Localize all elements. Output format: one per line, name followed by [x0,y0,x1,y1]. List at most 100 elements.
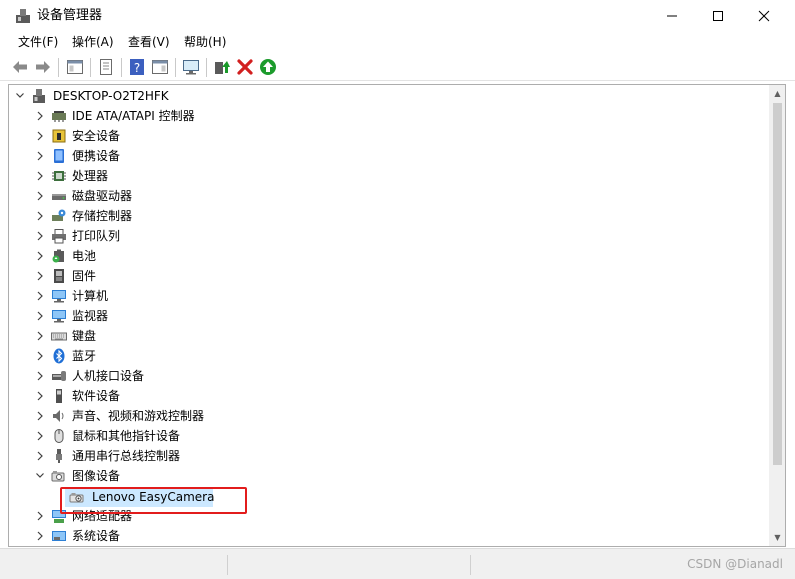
chevron-right-icon[interactable] [35,346,45,366]
toolbar-separator [90,58,91,77]
window-title: 设备管理器 [37,8,103,23]
chevron-right-icon[interactable] [35,226,45,246]
tree-category-row[interactable]: 磁盘驱动器 [9,186,769,206]
menu-bar: 文件(F) 操作(A) 查看(V) 帮助(H) [0,31,795,54]
tree-category-label: 固件 [72,269,97,283]
software-device-icon [56,389,62,403]
tree-category-row[interactable]: 人机接口设备 [9,366,769,386]
chevron-right-icon[interactable] [35,386,45,406]
tree-category-label: 键盘 [72,329,97,343]
chevron-right-icon[interactable] [35,126,45,146]
back-arrow-icon[interactable] [11,58,29,76]
scroll-up-arrow-icon[interactable]: ▲ [769,85,785,102]
tree-category-row[interactable]: 图像设备 [9,466,769,486]
scroll-down-arrow-icon[interactable]: ▼ [769,529,785,546]
minimize-button[interactable] [649,0,695,31]
menu-file[interactable]: 文件(F) [18,34,58,51]
chevron-right-icon[interactable] [35,286,45,306]
security-key-icon [52,129,66,143]
tree-category-row[interactable]: 计算机 [9,286,769,306]
speaker-icon [53,410,64,422]
maximize-button[interactable] [695,0,741,31]
tree-root-label: DESKTOP-O2T2HFK [53,89,169,103]
device-manager-icon [16,9,30,23]
tree-category-row[interactable]: 软件设备 [9,386,769,406]
tree-category-row[interactable]: 安全设备 [9,126,769,146]
maximize-icon [713,10,723,21]
uninstall-x-icon[interactable] [236,58,254,76]
chevron-right-icon[interactable] [35,446,45,466]
chevron-right-icon[interactable] [35,406,45,426]
enable-device-icon[interactable] [259,58,277,76]
close-button[interactable] [741,0,787,31]
chevron-right-icon[interactable] [35,206,45,226]
usb-icon [56,449,62,463]
chevron-right-icon[interactable] [35,506,45,526]
tree-category-label: 通用串行总线控制器 [72,449,181,463]
tree-child-lenovo-easycamera[interactable]: Lenovo EasyCamera [65,487,215,507]
tree-category-label: 安全设备 [72,129,121,143]
vertical-scrollbar[interactable]: ▲ ▼ [769,85,785,546]
tree-category-row[interactable]: IDE ATA/ATAPI 控制器 [9,106,769,126]
title-bar: 设备管理器 [0,0,795,31]
chevron-right-icon[interactable] [35,146,45,166]
update-driver-icon[interactable] [213,58,231,76]
status-separator [227,555,228,575]
toolbar-separator [121,58,122,77]
portable-device-icon [54,149,64,163]
tree-category-row[interactable]: 处理器 [9,166,769,186]
tree-category-label: 鼠标和其他指针设备 [72,429,181,443]
tree-category-row[interactable]: 固件 [9,266,769,286]
chevron-right-icon[interactable] [35,526,45,546]
chevron-down-icon[interactable] [35,466,45,486]
chevron-right-icon[interactable] [35,426,45,446]
firmware-icon [54,269,64,283]
tree-category-row[interactable]: 系统设备 [9,526,769,546]
chevron-right-icon[interactable] [35,266,45,286]
tree-category-row[interactable]: 电池 [9,246,769,266]
chevron-right-icon[interactable] [35,106,45,126]
chevron-right-icon[interactable] [35,166,45,186]
tree-category-row[interactable]: 存储控制器 [9,206,769,226]
monitor-icon [52,310,66,323]
tree-category-row[interactable]: 鼠标和其他指针设备 [9,426,769,446]
chevron-right-icon[interactable] [35,306,45,326]
tree-category-label: 打印队列 [72,229,121,243]
hid-icon [52,371,66,381]
chevron-right-icon[interactable] [35,366,45,386]
tree-category-label: 人机接口设备 [72,369,145,383]
chevron-right-icon[interactable] [35,326,45,346]
tree-category-row[interactable]: 键盘 [9,326,769,346]
tree-category-label: 磁盘驱动器 [72,189,133,203]
document-icon[interactable] [97,58,115,76]
toolbar-separator [58,58,59,77]
tree-category-row[interactable]: 声音、视频和游戏控制器 [9,406,769,426]
tree-category-row[interactable]: 网络适配器 [9,506,769,526]
minimize-icon [667,15,677,16]
battery-icon [52,249,64,263]
close-icon [758,10,770,21]
action-pane-icon[interactable] [151,58,169,76]
device-tree[interactable]: DESKTOP-O2T2HFK IDE ATA/ATAPI 控制器安全设备便携设… [8,84,786,547]
menu-view[interactable]: 查看(V) [128,34,170,51]
system-device-icon [52,531,66,541]
tree-category-row[interactable]: 打印队列 [9,226,769,246]
network-adapter-icon [52,510,66,523]
mouse-icon [54,429,64,443]
help-icon[interactable]: ? [128,58,146,76]
scroll-thumb[interactable] [773,103,782,465]
chevron-down-icon[interactable] [15,86,25,106]
chevron-right-icon[interactable] [35,186,45,206]
forward-arrow-icon[interactable] [34,58,52,76]
tree-category-row[interactable]: 便携设备 [9,146,769,166]
tree-category-row[interactable]: 通用串行总线控制器 [9,446,769,466]
menu-help[interactable]: 帮助(H) [184,34,226,51]
chevron-right-icon[interactable] [35,246,45,266]
tree-root-row[interactable]: DESKTOP-O2T2HFK [9,86,769,106]
menu-action[interactable]: 操作(A) [72,34,114,51]
monitor-scan-icon[interactable] [182,58,200,76]
printer-icon [52,229,66,244]
tree-category-row[interactable]: 蓝牙 [9,346,769,366]
tree-category-row[interactable]: 监视器 [9,306,769,326]
properties-panel-icon[interactable] [66,58,84,76]
